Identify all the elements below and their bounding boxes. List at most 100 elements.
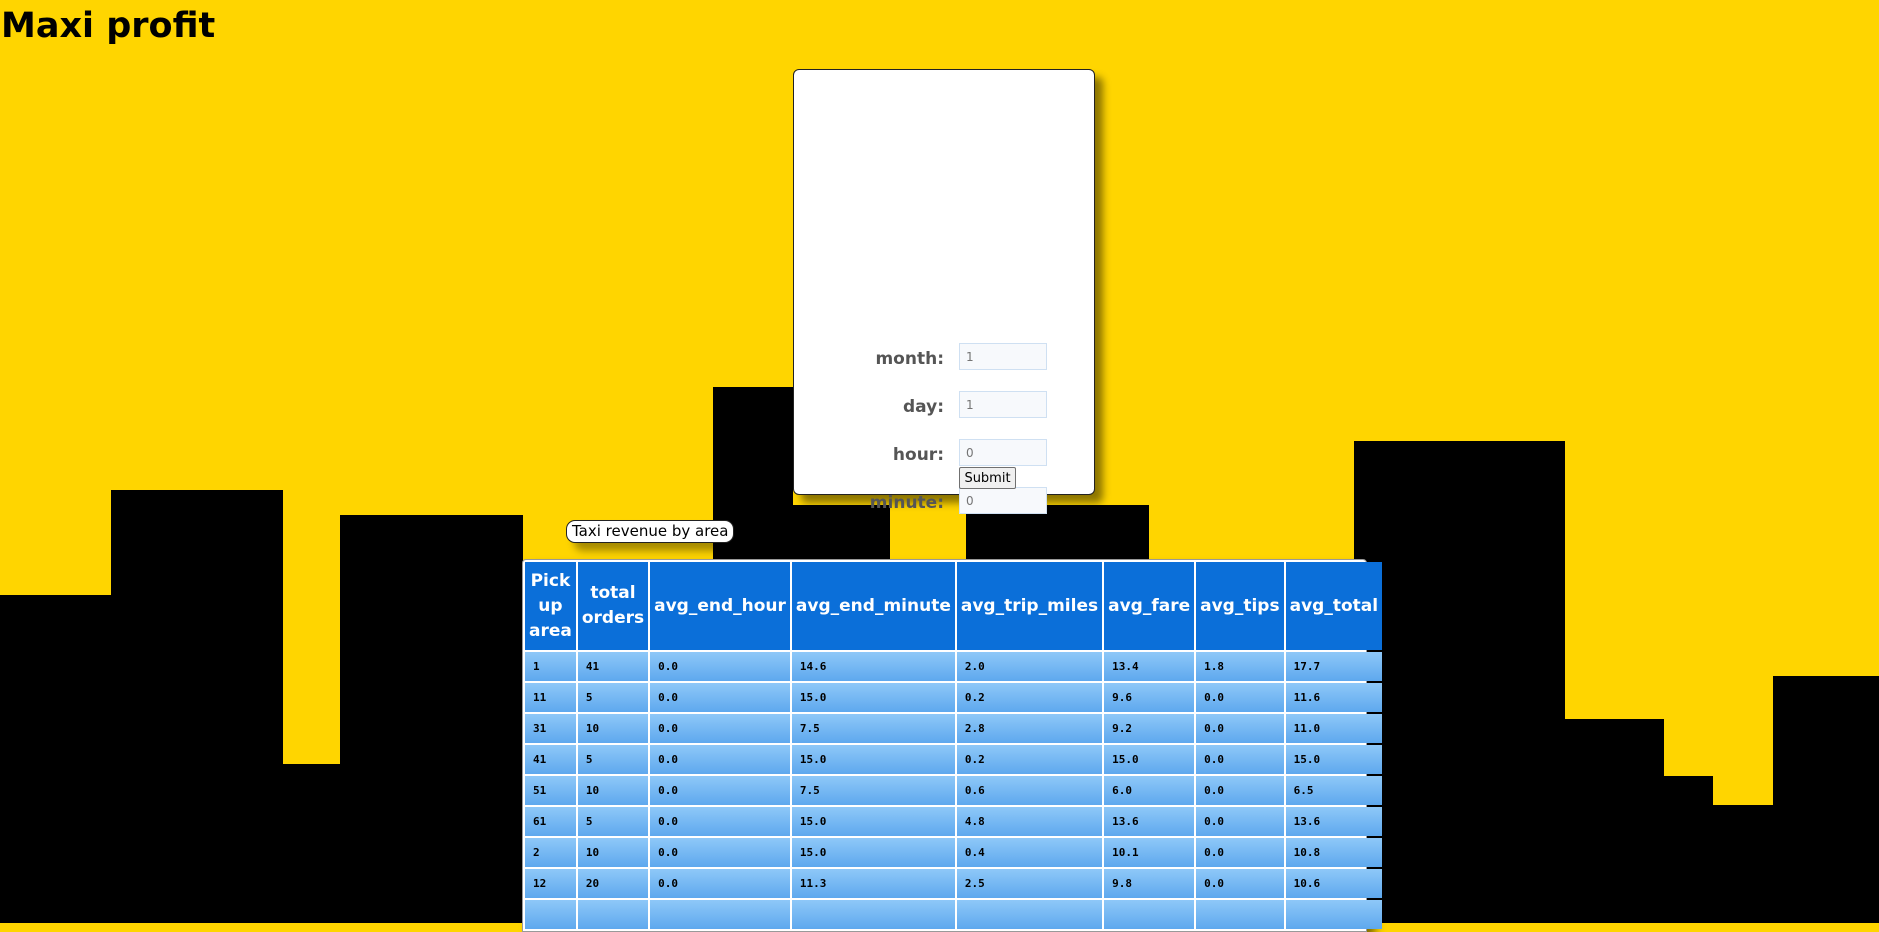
table-cell: 10: [577, 776, 649, 805]
table-cell: 15.0: [791, 683, 955, 712]
table-cell: 6.5: [1285, 776, 1383, 805]
table-cell: 0.0: [1196, 869, 1284, 898]
revenue-table-container: Pick up area total orders avg_end_hour a…: [522, 559, 1383, 932]
table-cell: [650, 900, 790, 929]
table-cell: 17.7: [1285, 652, 1383, 681]
table-cell: 0.0: [650, 652, 790, 681]
table-cell: 11: [525, 683, 576, 712]
table-cell: 2.5: [956, 869, 1103, 898]
table-cell: 10.1: [1104, 838, 1195, 867]
header-pickup-area: Pick up area: [525, 562, 576, 650]
table-cell: 0.4: [956, 838, 1103, 867]
table-cell: 0.2: [956, 745, 1103, 774]
table-cell: 51: [525, 776, 576, 805]
minute-label: minute:: [869, 493, 944, 513]
table-cell: 61: [525, 807, 576, 836]
table-cell: 5: [577, 807, 649, 836]
table-cell: [525, 900, 576, 929]
table-header-row: Pick up area total orders avg_end_hour a…: [525, 562, 1383, 650]
table-cell: 20: [577, 869, 649, 898]
table-cell: 41: [577, 652, 649, 681]
month-label: month:: [875, 349, 944, 369]
table-cell: 7.5: [791, 714, 955, 743]
table-row: 31 10 0.0 7.5 2.8 9.2 0.0 11.0: [525, 714, 1383, 743]
table-cell: 13.4: [1104, 652, 1195, 681]
table-row: [525, 900, 1383, 929]
day-row: day:: [794, 389, 1094, 421]
table-cell: 0.0: [1196, 714, 1284, 743]
table-cell: 15.0: [1104, 745, 1195, 774]
table-cell: 10.8: [1285, 838, 1383, 867]
table-cell: 2: [525, 838, 576, 867]
table-cell: 10: [577, 838, 649, 867]
table-cell: 0.0: [650, 869, 790, 898]
table-cell: 0.0: [650, 776, 790, 805]
table-cell: 1.8: [1196, 652, 1284, 681]
table-cell: 7.5: [791, 776, 955, 805]
table-cell: 15.0: [791, 807, 955, 836]
table-cell: 11.3: [791, 869, 955, 898]
hour-row: hour:: [794, 437, 1094, 469]
minute-input[interactable]: [959, 487, 1047, 514]
table-cell: 12: [525, 869, 576, 898]
table-cell: 9.8: [1104, 869, 1195, 898]
header-total-orders: total orders: [577, 562, 649, 650]
table-cell: 15.0: [1285, 745, 1383, 774]
table-cell: 9.6: [1104, 683, 1195, 712]
month-input[interactable]: [959, 343, 1047, 370]
table-cell: 13.6: [1104, 807, 1195, 836]
table-row: 12 20 0.0 11.3 2.5 9.8 0.0 10.6: [525, 869, 1383, 898]
table-cell: 5: [577, 745, 649, 774]
revenue-table: Pick up area total orders avg_end_hour a…: [523, 560, 1384, 931]
table-cell: 0.0: [650, 807, 790, 836]
table-cell: 0.6: [956, 776, 1103, 805]
table-cell: 0.0: [1196, 807, 1284, 836]
table-cell: 4.8: [956, 807, 1103, 836]
hour-input[interactable]: [959, 439, 1047, 466]
table-cell: 11.0: [1285, 714, 1383, 743]
table-cell: 5: [577, 683, 649, 712]
table-cell: 15.0: [791, 745, 955, 774]
day-label: day:: [903, 397, 944, 417]
table-caption: Taxi revenue by area: [566, 520, 735, 543]
table-row: 1 41 0.0 14.6 2.0 13.4 1.8 17.7: [525, 652, 1383, 681]
table-cell: 0.0: [650, 745, 790, 774]
submit-button[interactable]: Submit: [959, 467, 1016, 489]
table-cell: 6.0: [1104, 776, 1195, 805]
table-row: 11 5 0.0 15.0 0.2 9.6 0.0 11.6: [525, 683, 1383, 712]
day-input[interactable]: [959, 391, 1047, 418]
table-body: 1 41 0.0 14.6 2.0 13.4 1.8 17.7 11 5 0.0 15.0 0.2 9.6…: [525, 652, 1383, 929]
table-cell: 0.0: [1196, 838, 1284, 867]
query-form: month: day: hour: minute: Submit: [793, 69, 1095, 514]
table-cell: 15.0: [791, 838, 955, 867]
table-cell: 2.8: [956, 714, 1103, 743]
header-avg-tips: avg_tips: [1196, 562, 1284, 650]
table-cell: 14.6: [791, 652, 955, 681]
table-cell: 31: [525, 714, 576, 743]
table-cell: 41: [525, 745, 576, 774]
table-row: 41 5 0.0 15.0 0.2 15.0 0.0 15.0: [525, 745, 1383, 774]
table-cell: [1104, 900, 1195, 929]
table-cell: 2.0: [956, 652, 1103, 681]
table-row: 51 10 0.0 7.5 0.6 6.0 0.0 6.5: [525, 776, 1383, 805]
minute-row: minute:: [794, 485, 1094, 517]
hour-label: hour:: [892, 445, 944, 465]
table-cell: 0.0: [650, 683, 790, 712]
table-cell: [956, 900, 1103, 929]
table-row: 61 5 0.0 15.0 4.8 13.6 0.0 13.6: [525, 807, 1383, 836]
table-cell: [577, 900, 649, 929]
table-cell: 0.0: [1196, 683, 1284, 712]
table-cell: 10: [577, 714, 649, 743]
page-title: Maxi profit: [1, 6, 216, 46]
table-cell: 11.6: [1285, 683, 1383, 712]
header-avg-trip-miles: avg_trip_miles: [956, 562, 1103, 650]
table-cell: 10.6: [1285, 869, 1383, 898]
table-cell: 1: [525, 652, 576, 681]
table-cell: 0.0: [650, 714, 790, 743]
table-cell: 0.0: [1196, 745, 1284, 774]
table-cell: 0.0: [1196, 776, 1284, 805]
table-cell: [791, 900, 955, 929]
header-avg-end-hour: avg_end_hour: [650, 562, 790, 650]
table-cell: 9.2: [1104, 714, 1195, 743]
table-cell: 0.0: [650, 838, 790, 867]
